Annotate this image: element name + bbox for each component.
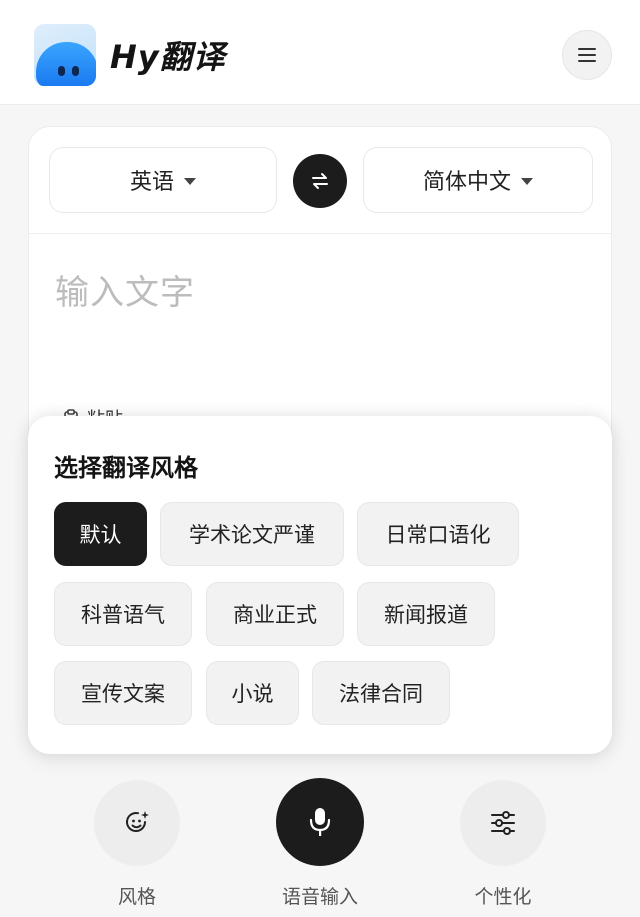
style-label: 风格 [117,886,156,908]
personalize-button[interactable] [460,780,546,866]
microphone-icon [309,808,331,836]
swap-arrows-icon [312,173,328,189]
card-divider [29,233,611,234]
personalize-label: 个性化 [474,886,532,908]
app-title: Hy翻译 [110,38,226,76]
menu-button[interactable] [562,30,612,80]
swap-languages-button[interactable] [293,154,347,208]
style-option-legal[interactable]: 法律合同 [312,661,450,725]
translator-card: 英语 简体中文 输入文字 粘贴 [28,126,612,466]
style-button[interactable] [94,780,180,866]
sliders-icon [491,811,515,835]
hamburger-menu-icon [578,48,596,62]
target-language-label: 简体中文 [422,170,511,195]
style-option-colloquial[interactable]: 日常口语化 [357,502,519,566]
mascot-eye-left [58,66,65,76]
translation-style-panel: 选择翻译风格 默认 学术论文严谨 日常口语化 科普语气 商业正式 新闻报道 宣传… [28,416,612,754]
sparkle-face-icon [126,811,149,832]
caret-down-icon [184,177,196,185]
style-option-novel[interactable]: 小说 [206,661,299,725]
app-logo [34,24,96,86]
style-option-default[interactable]: 默认 [54,502,147,566]
text-input[interactable]: 输入文字 [55,265,195,314]
style-option-popular-science[interactable]: 科普语气 [54,582,192,646]
voice-input-button[interactable] [276,778,364,866]
style-option-promotional[interactable]: 宣传文案 [54,661,192,725]
app-header: Hy翻译 [0,0,640,105]
mascot-eye-right [72,66,79,76]
target-language-select[interactable]: 简体中文 [363,147,593,213]
caret-down-icon [521,177,533,185]
panel-title: 选择翻译风格 [54,454,198,482]
voice-input-label: 语音输入 [281,886,358,908]
style-option-academic[interactable]: 学术论文严谨 [160,502,344,566]
style-option-news[interactable]: 新闻报道 [357,582,495,646]
source-language-select[interactable]: 英语 [49,147,277,213]
style-option-business[interactable]: 商业正式 [206,582,344,646]
hy-mascot-logo-icon [36,42,96,86]
source-language-label: 英语 [129,170,174,195]
